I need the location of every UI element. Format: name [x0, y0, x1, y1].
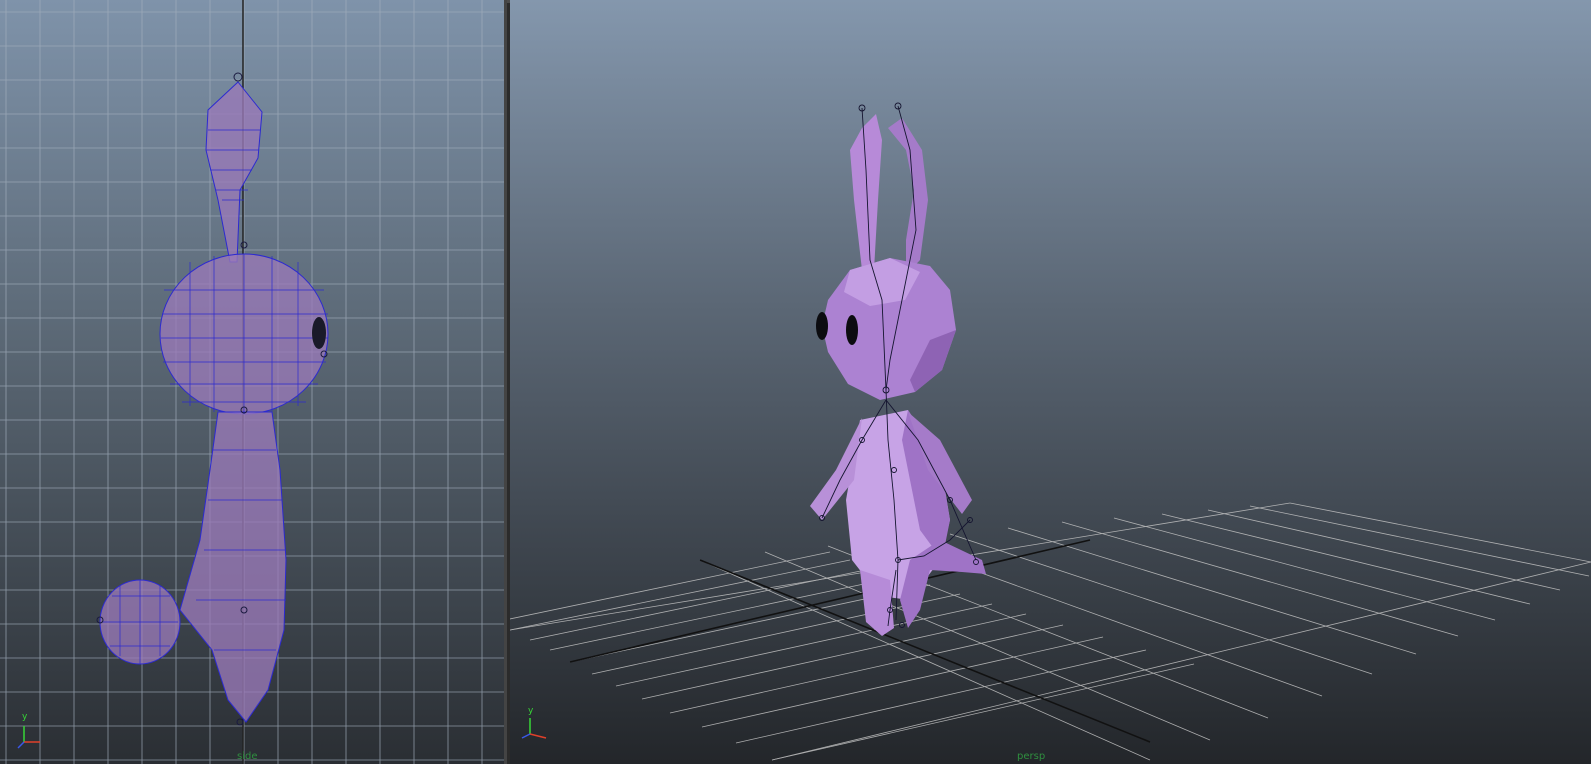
perspective-scene[interactable]	[510, 0, 1591, 764]
camera-label: persp	[1017, 751, 1046, 762]
perspective-viewport[interactable]: y persp	[510, 0, 1591, 764]
axis-gizmo-icon: y	[518, 706, 558, 746]
eye-side	[312, 317, 326, 349]
ground-axes	[569, 539, 1151, 743]
ground-grid	[510, 502, 1591, 761]
axis-y-label: y	[528, 706, 534, 716]
camera-label: side	[237, 751, 258, 762]
side-view-scene[interactable]	[0, 0, 504, 764]
axis-y-label: y	[22, 712, 28, 722]
axis-gizmo-icon: y	[14, 712, 54, 752]
side-viewport[interactable]: y side	[0, 0, 507, 764]
